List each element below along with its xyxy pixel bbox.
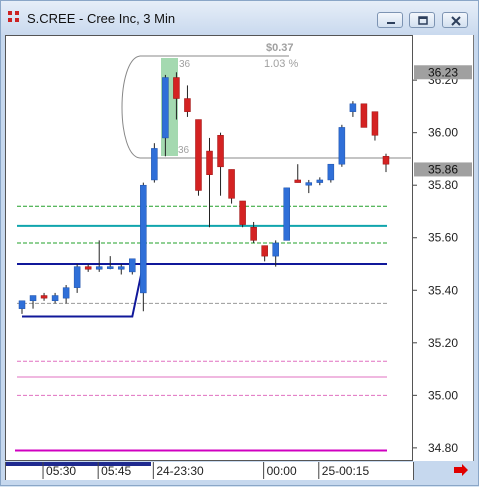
window-title: S.CREE - Cree Inc, 3 Min — [27, 11, 176, 26]
title-bar[interactable]: S.CREE - Cree Inc, 3 Min — [1, 1, 478, 35]
time-axis-pane[interactable] — [5, 462, 414, 480]
close-icon — [451, 16, 461, 26]
minimize-icon — [387, 22, 395, 24]
price-axis-pane[interactable] — [413, 35, 474, 461]
minimize-button[interactable] — [377, 12, 403, 28]
close-button[interactable] — [442, 12, 468, 28]
chart-plot-area[interactable] — [5, 35, 413, 461]
chart-app-icon — [8, 11, 19, 22]
scroll-right-arrow-icon[interactable] — [414, 462, 478, 480]
chart-window: S.CREE - Cree Inc, 3 Min $0.37 1.03 % 36 — [0, 0, 479, 486]
bottom-strip — [414, 462, 478, 480]
restore-button[interactable] — [409, 12, 435, 28]
chart-scroll-bar[interactable] — [6, 462, 151, 466]
restore-icon — [418, 16, 428, 25]
